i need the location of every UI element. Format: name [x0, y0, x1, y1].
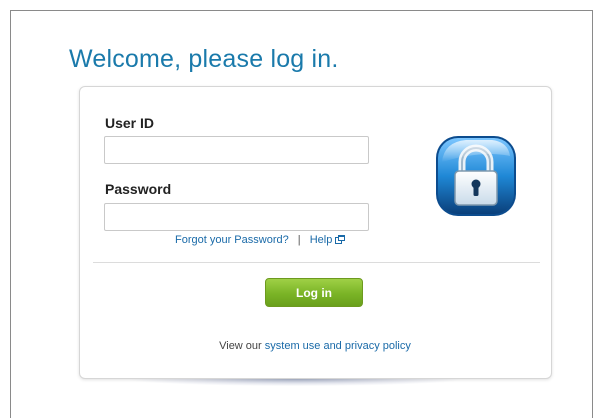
help-link-label: Help	[309, 234, 333, 246]
forgot-password-link[interactable]: Forgot your Password?	[175, 234, 289, 246]
link-separator: |	[297, 234, 301, 246]
policy-prefix: View our	[219, 340, 265, 352]
lock-icon	[432, 132, 520, 220]
user-id-field[interactable]	[104, 136, 369, 164]
privacy-policy-link[interactable]: system use and privacy policy	[265, 340, 411, 352]
login-panel: User ID Password Forgot your Password? |…	[79, 86, 552, 379]
password-field[interactable]	[104, 203, 369, 231]
external-window-icon	[335, 235, 346, 247]
user-id-label: User ID	[105, 115, 155, 131]
help-link[interactable]: Help	[310, 234, 346, 246]
page-title: Welcome, please log in.	[69, 45, 339, 73]
panel-divider	[93, 262, 540, 263]
help-links: Forgot your Password? | Help	[175, 234, 346, 247]
password-label: Password	[105, 181, 172, 197]
policy-text: View our system use and privacy policy	[80, 340, 550, 352]
login-button[interactable]: Log in	[265, 278, 363, 307]
